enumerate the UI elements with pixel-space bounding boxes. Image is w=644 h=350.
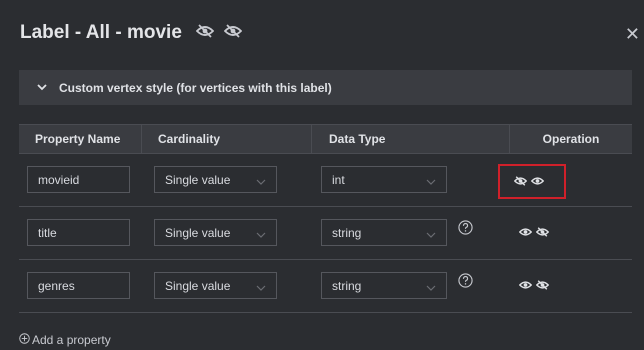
close-icon[interactable]: ✕ [625, 24, 640, 45]
chevron-down-icon [256, 281, 266, 295]
data-type-value: string [332, 225, 362, 240]
eye-off-icon[interactable] [223, 22, 243, 44]
dialog-title: Label - All - movie [20, 22, 243, 44]
header-operation: Operation [542, 132, 600, 146]
cardinality-value: Single value [165, 225, 231, 240]
cardinality-select[interactable]: Single value [154, 166, 277, 193]
chevron-down-icon [37, 84, 47, 91]
help-icon[interactable] [458, 220, 473, 240]
eye-off-icon[interactable] [535, 277, 550, 295]
add-property-label: Add a property [32, 333, 111, 347]
table-row: genres Single value string [19, 259, 632, 312]
property-name-input[interactable]: movieid [27, 166, 130, 193]
property-name-input[interactable]: genres [27, 272, 130, 299]
data-type-select[interactable]: string [321, 272, 447, 299]
header-property-name: Property Name [19, 125, 142, 153]
data-type-value: int [332, 172, 345, 187]
chevron-down-icon [256, 175, 266, 189]
operation-buttons [518, 224, 550, 242]
table-row: movieid Single value int [19, 153, 632, 206]
eye-off-icon[interactable] [195, 22, 215, 44]
chevron-down-icon [426, 281, 436, 295]
chevron-down-icon [426, 228, 436, 242]
eye-icon[interactable] [518, 277, 533, 295]
operation-buttons [518, 277, 550, 295]
custom-vertex-style-label: Custom vertex style (for vertices with t… [59, 80, 332, 95]
eye-icon[interactable] [518, 224, 533, 242]
help-icon[interactable] [458, 273, 473, 293]
eye-off-icon[interactable] [535, 224, 550, 242]
chevron-down-icon [256, 228, 266, 242]
cardinality-select[interactable]: Single value [154, 272, 277, 299]
eye-icon[interactable] [530, 173, 545, 191]
operation-buttons [498, 164, 566, 199]
plus-circle-icon [19, 333, 30, 347]
dialog-title-text: Label - All - movie [20, 22, 182, 43]
header-cardinality: Cardinality [142, 125, 312, 153]
custom-vertex-style-panel[interactable]: Custom vertex style (for vertices with t… [19, 70, 632, 105]
header-data-type: Data Type [312, 125, 510, 153]
data-type-select[interactable]: string [321, 219, 447, 246]
table-header: Property Name Cardinality Data Type Oper… [19, 125, 632, 153]
cardinality-value: Single value [165, 278, 231, 293]
data-type-select[interactable]: int [321, 166, 447, 193]
data-type-value: string [332, 278, 362, 293]
eye-off-icon[interactable] [513, 173, 528, 191]
cardinality-select[interactable]: Single value [154, 219, 277, 246]
property-name-input[interactable]: title [27, 219, 130, 246]
cardinality-value: Single value [165, 172, 231, 187]
chevron-down-icon [426, 175, 436, 189]
property-table: Property Name Cardinality Data Type Oper… [19, 124, 632, 313]
add-property-link[interactable]: Add a property [19, 333, 111, 347]
table-row: title Single value string [19, 206, 632, 259]
